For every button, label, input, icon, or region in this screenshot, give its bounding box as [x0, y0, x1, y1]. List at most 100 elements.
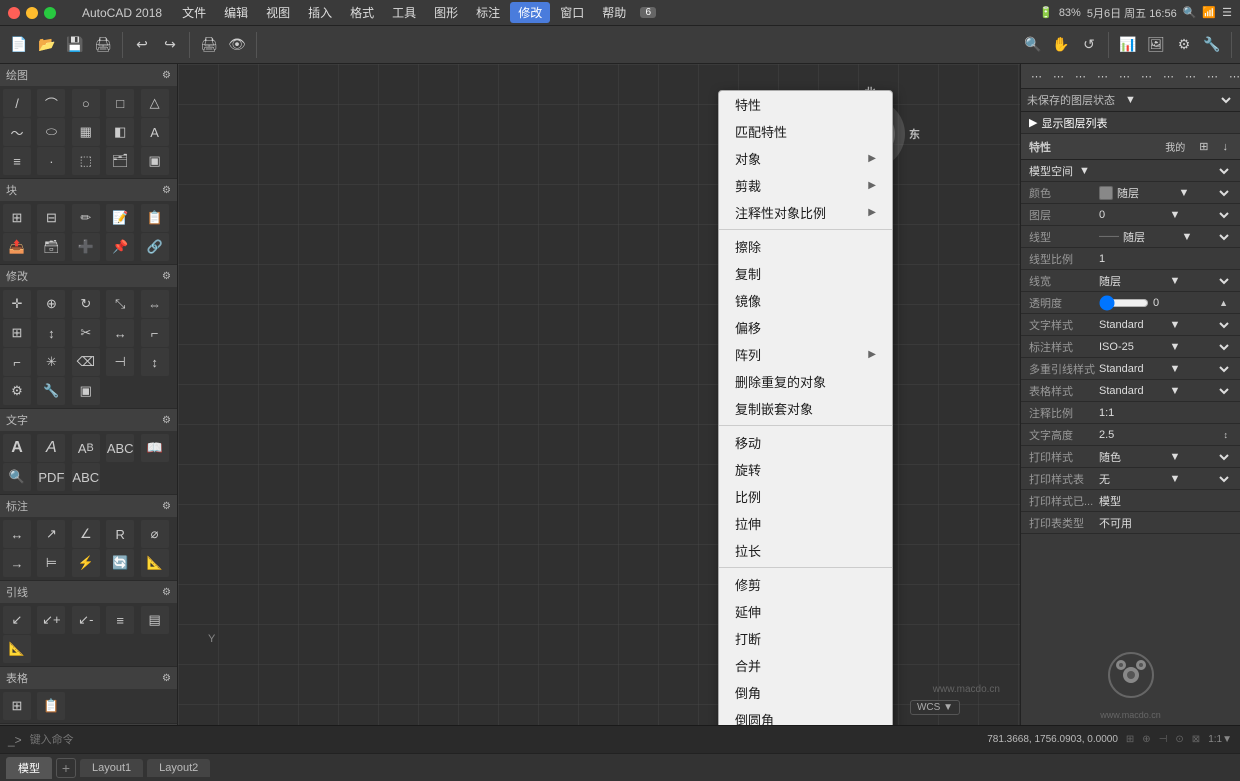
- extend-icon[interactable]: ↔: [106, 319, 134, 347]
- minimize-button[interactable]: [26, 7, 38, 19]
- menu-copy[interactable]: 复制: [719, 260, 892, 287]
- transparency-up[interactable]: ▲: [1215, 296, 1232, 310]
- leader-gear-icon[interactable]: ⚙: [162, 587, 171, 598]
- trim-icon[interactable]: ✂: [72, 319, 100, 347]
- menu-chamfer[interactable]: 倒角: [719, 679, 892, 706]
- mleader-style-select[interactable]: ▼: [1164, 361, 1233, 377]
- layer-btn2[interactable]: ⋯: [1049, 68, 1068, 85]
- text-height-btn[interactable]: ↕: [1220, 428, 1233, 442]
- wblock-icon[interactable]: 🗂: [106, 147, 134, 175]
- command-input[interactable]: [30, 734, 980, 746]
- my-btn[interactable]: 我的: [1161, 137, 1189, 156]
- polar-icon[interactable]: ⊙: [1175, 734, 1183, 745]
- mleaderstyle-icon[interactable]: 📐: [3, 635, 31, 663]
- grip-icon[interactable]: ▣: [72, 377, 100, 405]
- tablestyle-icon[interactable]: 📋: [37, 692, 65, 720]
- menu-rotate[interactable]: 旋转: [719, 456, 892, 483]
- menu-help[interactable]: 帮助: [594, 2, 634, 23]
- sidebar-annotation-header[interactable]: 标注 ⚙: [0, 495, 177, 517]
- pan-button[interactable]: ✋: [1048, 32, 1074, 58]
- menu-draw[interactable]: 图形: [426, 2, 466, 23]
- text-gear-icon[interactable]: ⚙: [162, 415, 171, 426]
- gear-icon[interactable]: ⚙: [162, 70, 171, 81]
- menu-fillet[interactable]: 倒圆角: [719, 706, 892, 725]
- find-icon[interactable]: 🔍: [3, 463, 31, 491]
- match-icon[interactable]: 🔧: [37, 377, 65, 405]
- menu-icon[interactable]: ☰: [1222, 6, 1232, 19]
- menu-join[interactable]: 合并: [719, 652, 892, 679]
- line-icon[interactable]: /: [3, 89, 31, 117]
- offset-icon[interactable]: ↕: [37, 319, 65, 347]
- clipboard-icon[interactable]: 📌: [106, 233, 134, 261]
- menu-object[interactable]: 对象 ▶: [719, 145, 892, 172]
- menu-mirror[interactable]: 镜像: [719, 287, 892, 314]
- layer-select[interactable]: ▼: [1164, 207, 1233, 223]
- new-button[interactable]: 📄: [6, 32, 32, 58]
- poly-icon[interactable]: △: [141, 89, 169, 117]
- color-select[interactable]: ▼: [1173, 185, 1233, 201]
- dtext-icon[interactable]: A: [37, 434, 65, 462]
- show-layer-list-row[interactable]: ▶ 显示图层列表: [1021, 112, 1240, 134]
- menu-properties[interactable]: 特性: [719, 91, 892, 118]
- print-button[interactable]: 🖨: [90, 32, 116, 58]
- save-button[interactable]: 💾: [62, 32, 88, 58]
- mleaderadd-icon[interactable]: ↙+: [37, 606, 65, 634]
- menu-array[interactable]: 阵列 ▶: [719, 341, 892, 368]
- layer-btn4[interactable]: ⋯: [1093, 68, 1112, 85]
- osnap-icon[interactable]: ⊠: [1192, 734, 1200, 745]
- table-style-select[interactable]: ▼: [1164, 383, 1233, 399]
- move-icon[interactable]: ✛: [3, 290, 31, 318]
- menu-lengthen[interactable]: 拉长: [719, 537, 892, 564]
- print-style-table-select[interactable]: ▼: [1164, 471, 1233, 487]
- ellipse-icon[interactable]: ⬭: [37, 118, 65, 146]
- layer-btn8[interactable]: ⋯: [1181, 68, 1200, 85]
- arc-icon[interactable]: ⌒: [37, 89, 65, 117]
- maximize-button[interactable]: [44, 7, 56, 19]
- copy-icon[interactable]: ⊕: [37, 290, 65, 318]
- dim-style-select[interactable]: ▼: [1164, 339, 1233, 355]
- open-button[interactable]: 📂: [34, 32, 60, 58]
- layer-btn5[interactable]: ⋯: [1115, 68, 1134, 85]
- chamfer-icon[interactable]: ⌐: [3, 348, 31, 376]
- dim-aligned-icon[interactable]: ↗: [37, 520, 65, 548]
- menu-format[interactable]: 格式: [342, 2, 382, 23]
- menu-delete-duplicate[interactable]: 删除重复的对象: [719, 368, 892, 395]
- undo-button[interactable]: ↩: [129, 32, 155, 58]
- menu-insert[interactable]: 插入: [300, 2, 340, 23]
- hatch-icon[interactable]: ▦: [72, 118, 100, 146]
- insert2-icon[interactable]: ➕: [72, 233, 100, 261]
- block-gear-icon[interactable]: ⚙: [162, 185, 171, 196]
- properties-icon[interactable]: ⚙: [3, 377, 31, 405]
- menu-match-properties[interactable]: 匹配特性: [719, 118, 892, 145]
- prop-btn1[interactable]: ⊞: [1195, 138, 1212, 155]
- point-icon[interactable]: ·: [37, 147, 65, 175]
- sidebar-block-header[interactable]: 块 ⚙: [0, 179, 177, 201]
- dim-style-icon[interactable]: 📐: [141, 549, 169, 577]
- modify-dropdown-menu[interactable]: 特性 匹配特性 对象 ▶ 剪裁 ▶ 注释性对象比例 ▶: [718, 90, 893, 725]
- sidebar-param-header[interactable]: 参数化 ⚙: [0, 724, 177, 725]
- tab-layout1[interactable]: Layout1: [80, 759, 143, 777]
- layer-btn9[interactable]: ⋯: [1203, 68, 1222, 85]
- textedit-icon[interactable]: AB: [72, 434, 100, 462]
- attr-mgr-icon[interactable]: 📋: [141, 204, 169, 232]
- menu-extend[interactable]: 延伸: [719, 598, 892, 625]
- dim-angular-icon[interactable]: ∠: [72, 520, 100, 548]
- explode-icon[interactable]: ✳: [37, 348, 65, 376]
- menu-file[interactable]: 文件: [174, 2, 214, 23]
- sidebar-modify-header[interactable]: 修改 ⚙: [0, 265, 177, 287]
- dim-linear-icon[interactable]: ↔: [3, 520, 31, 548]
- link-icon[interactable]: 🔗: [141, 233, 169, 261]
- prop-btn2[interactable]: ↓: [1219, 139, 1233, 155]
- snap-icon[interactable]: ⊕: [1142, 734, 1150, 745]
- mleaderrem-icon[interactable]: ↙-: [72, 606, 100, 634]
- mleadercol-icon[interactable]: ▤: [141, 606, 169, 634]
- menu-copy-nested[interactable]: 复制嵌套对象: [719, 395, 892, 422]
- menu-edit[interactable]: 编辑: [216, 2, 256, 23]
- textconv-icon[interactable]: ABC: [72, 463, 100, 491]
- erase-icon[interactable]: ⌫: [72, 348, 100, 376]
- attr-def-icon[interactable]: 📝: [106, 204, 134, 232]
- rotate-icon[interactable]: ↻: [72, 290, 100, 318]
- block-icon[interactable]: ⬚: [72, 147, 100, 175]
- mirror-icon[interactable]: ⇔: [141, 290, 169, 318]
- make-block-icon[interactable]: ⊟: [37, 204, 65, 232]
